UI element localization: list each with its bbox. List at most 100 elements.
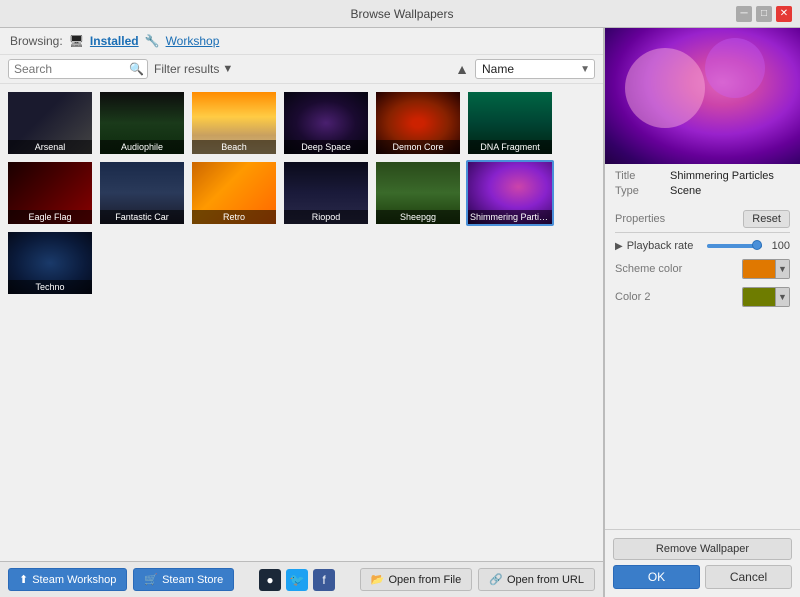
workshop-icon: 🔧	[145, 34, 160, 48]
scheme-color-dropdown-icon[interactable]: ▼	[775, 259, 789, 279]
wallpaper-thumb-audiophile: Audiophile	[100, 92, 184, 154]
steam-store-button[interactable]: 🛒 Steam Store	[133, 568, 234, 591]
type-value: Scene	[670, 185, 701, 197]
properties-divider	[615, 232, 790, 233]
open-file-icon: 📂	[371, 573, 385, 586]
steam-workshop-icon: ⬆	[19, 573, 28, 586]
close-button[interactable]: ✕	[776, 6, 792, 22]
window-title: Browse Wallpapers	[68, 7, 736, 21]
wallpaper-item-demoncore[interactable]: Demon Core	[374, 90, 462, 156]
type-label: Type	[615, 185, 670, 197]
ok-cancel-row: OK Cancel	[613, 565, 792, 589]
minimize-button[interactable]: ─	[736, 6, 752, 22]
wallpaper-item-audiophile[interactable]: Audiophile	[98, 90, 186, 156]
playback-row: ▶ Playback rate 100	[605, 237, 800, 255]
bottom-bar: ⬆ Steam Workshop 🛒 Steam Store ● 🐦 f 📂 O…	[0, 561, 603, 597]
color2-button[interactable]: ▼	[742, 287, 790, 307]
wallpaper-thumb-demoncore: Demon Core	[376, 92, 460, 154]
wallpaper-label-eagleflag: Eagle Flag	[8, 210, 92, 224]
color2-swatch	[743, 287, 775, 307]
maximize-button[interactable]: □	[756, 6, 772, 22]
playback-slider[interactable]	[707, 244, 762, 248]
scheme-color-swatch	[743, 259, 775, 279]
wallpaper-label-techno: Techno	[8, 280, 92, 294]
wallpaper-item-eagleflag[interactable]: Eagle Flag	[6, 160, 94, 226]
open-file-label: Open from File	[389, 574, 462, 586]
playback-value: 100	[766, 240, 790, 252]
wallpaper-grid: Arsenal Audiophile Beach Deep Space Demon Co…	[6, 90, 597, 296]
right-bottom: Remove Wallpaper OK Cancel	[605, 529, 800, 597]
left-panel: Browsing: 🖥 Installed 🔧 Workshop 🔍 Filte…	[0, 28, 604, 597]
filter-icon: ▼	[222, 63, 233, 75]
open-url-icon: 🔗	[489, 573, 503, 586]
wallpaper-thumb-riopod: Riopod	[284, 162, 368, 224]
search-input[interactable]	[14, 62, 129, 76]
steam-social-icon[interactable]: ●	[259, 569, 281, 591]
wallpaper-grid-area: Arsenal Audiophile Beach Deep Space Demon Co…	[0, 84, 603, 561]
twitter-social-icon[interactable]: 🐦	[286, 569, 308, 591]
wallpaper-label-arsenal: Arsenal	[8, 140, 92, 154]
wallpaper-label-retro: Retro	[192, 210, 276, 224]
wallpaper-label-demoncore: Demon Core	[376, 140, 460, 154]
wallpaper-thumb-deepspace: Deep Space	[284, 92, 368, 154]
wallpaper-item-riopod[interactable]: Riopod	[282, 160, 370, 226]
type-row: Type Scene	[615, 185, 790, 197]
search-box: 🔍	[8, 59, 148, 79]
open-from-file-button[interactable]: 📂 Open from File	[360, 568, 472, 591]
wallpaper-item-beach[interactable]: Beach	[190, 90, 278, 156]
open-from-url-button[interactable]: 🔗 Open from URL	[478, 568, 595, 591]
steam-workshop-button[interactable]: ⬆ Steam Workshop	[8, 568, 127, 591]
wallpaper-label-audiophile: Audiophile	[100, 140, 184, 154]
slider-thumb[interactable]	[752, 240, 762, 250]
wallpaper-label-sheepgg: Sheepgg	[376, 210, 460, 224]
wallpaper-item-sheepgg[interactable]: Sheepgg	[374, 160, 462, 226]
open-url-label: Open from URL	[507, 574, 584, 586]
title-value: Shimmering Particles	[670, 170, 774, 182]
filter-label: Filter results	[154, 62, 219, 76]
wallpaper-thumb-retro: Retro	[192, 162, 276, 224]
wallpaper-label-dnafragment: DNA Fragment	[468, 140, 552, 154]
wallpaper-item-arsenal[interactable]: Arsenal	[6, 90, 94, 156]
cancel-button[interactable]: Cancel	[705, 565, 792, 589]
sort-select[interactable]: Name Rating Date Added Last Updated	[475, 59, 595, 79]
social-icons: ● 🐦 f	[259, 569, 335, 591]
installed-tab[interactable]: Installed	[90, 34, 139, 48]
wallpaper-thumb-arsenal: Arsenal	[8, 92, 92, 154]
wallpaper-thumb-eagleflag: Eagle Flag	[8, 162, 92, 224]
sort-wrapper: Name Rating Date Added Last Updated ▼	[475, 59, 595, 79]
wallpaper-label-fantasticcar: Fantastic Car	[100, 210, 184, 224]
wallpaper-thumb-techno: Techno	[8, 232, 92, 294]
right-panel: Title Shimmering Particles Type Scene Pr…	[604, 28, 800, 597]
facebook-social-icon[interactable]: f	[313, 569, 335, 591]
installed-icon: 🖥	[69, 34, 84, 48]
wallpaper-label-deepspace: Deep Space	[284, 140, 368, 154]
playback-arrow-icon[interactable]: ▶	[615, 241, 623, 252]
wallpaper-item-techno[interactable]: Techno	[6, 230, 94, 296]
toolbar-row: 🔍 Filter results ▼ ▲ Name Rating Date Ad…	[0, 55, 603, 84]
scheme-color-row: Scheme color ▼	[605, 255, 800, 283]
wallpaper-item-shimmering[interactable]: Shimmering Particles	[466, 160, 554, 226]
wallpaper-item-retro[interactable]: Retro	[190, 160, 278, 226]
window-controls: ─ □ ✕	[736, 6, 792, 22]
reset-button[interactable]: Reset	[743, 210, 790, 228]
scheme-color-button[interactable]: ▼	[742, 259, 790, 279]
wallpaper-item-deepspace[interactable]: Deep Space	[282, 90, 370, 156]
properties-label: Properties	[615, 213, 665, 225]
playback-label: Playback rate	[627, 240, 703, 252]
wallpaper-label-shimmering: Shimmering Particles	[468, 210, 552, 224]
color2-dropdown-icon[interactable]: ▼	[775, 287, 789, 307]
wallpaper-thumb-shimmering: Shimmering Particles	[468, 162, 552, 224]
wallpaper-item-dnafragment[interactable]: DNA Fragment	[466, 90, 554, 156]
filter-button[interactable]: Filter results ▼	[154, 62, 233, 76]
title-bar: Browse Wallpapers ─ □ ✕	[0, 0, 800, 28]
sort-up-button[interactable]: ▲	[455, 61, 469, 77]
wallpaper-thumb-fantasticcar: Fantastic Car	[100, 162, 184, 224]
workshop-tab[interactable]: Workshop	[166, 34, 220, 48]
ok-button[interactable]: OK	[613, 565, 700, 589]
wallpaper-item-fantasticcar[interactable]: Fantastic Car	[98, 160, 186, 226]
remove-wallpaper-button[interactable]: Remove Wallpaper	[613, 538, 792, 560]
wallpaper-label-riopod: Riopod	[284, 210, 368, 224]
scheme-color-label: Scheme color	[615, 263, 742, 275]
search-icon: 🔍	[129, 62, 144, 76]
browsing-label: Browsing:	[10, 34, 63, 48]
